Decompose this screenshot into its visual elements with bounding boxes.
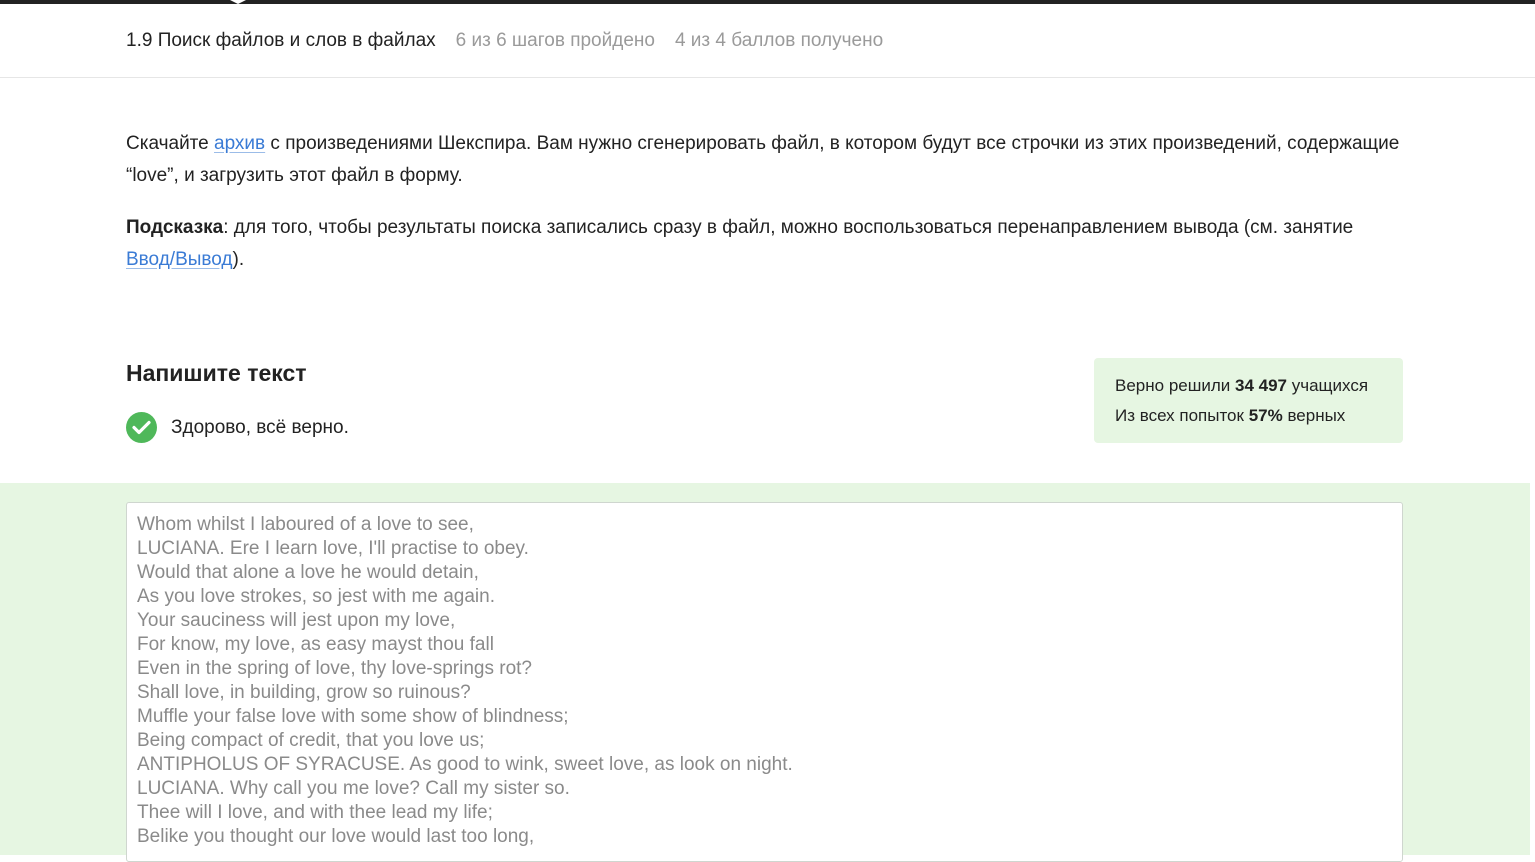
solved-count: 34 497 (1235, 376, 1287, 395)
answer-line: As you love strokes, so jest with me aga… (137, 586, 495, 607)
answer-line: Thee will I love, and with thee lead my … (137, 802, 493, 823)
answer-line: ANTIPHOLUS OF SYRACUSE. As good to wink,… (137, 754, 793, 775)
answer-line: Whom whilst I laboured of a love to see, (137, 514, 474, 535)
result-message: Здорово, всё верно. (171, 416, 349, 438)
points-progress: 4 из 4 баллов получено (674, 29, 884, 51)
answer-line: LUCIANA. Ere I learn love, I'll practise… (137, 538, 529, 559)
answer-line: Even in the spring of love, thy love-spr… (137, 658, 532, 679)
answer-line: Shall love, in building, grow so ruinous… (137, 682, 471, 703)
answer-line: Belike you thought our love would last t… (137, 826, 535, 847)
lesson-header: 1.9 Поиск файлов и слов в файлах 6 из 6 … (0, 4, 1535, 78)
answer-line: LUCIANA. Why call you me love? Call my s… (137, 778, 570, 799)
step-text: Скачайте архив с произведениями Шекспира… (126, 128, 1406, 296)
hint-label: Подсказка (126, 217, 224, 238)
answer-line: Being compact of credit, that you love u… (137, 730, 485, 751)
quiz-title: Напишите текст (126, 360, 307, 386)
io-lesson-link[interactable]: Ввод/Вывод (126, 249, 233, 270)
lesson-title: 1.9 Поиск файлов и слов в файлах (126, 29, 436, 51)
task-paragraph: Скачайте архив с произведениями Шекспира… (126, 133, 1400, 186)
answer-line: For know, my love, as easy mayst thou fa… (137, 634, 494, 655)
success-rate: 57% (1248, 406, 1283, 425)
success-rate-line: Из всех попыток 57% верных (1115, 406, 1346, 425)
answer-line: Your sauciness will jest upon my love, (137, 610, 456, 631)
archive-link[interactable]: архив (214, 133, 265, 154)
steps-progress: 6 из 6 шагов пройдено (455, 29, 655, 51)
answer-line: Muffle your false love with some show of… (137, 706, 569, 727)
hint-paragraph: Подсказка: для того, чтобы результаты по… (126, 217, 1354, 270)
quiz-result: Здорово, всё верно. (126, 412, 349, 443)
answer-textarea[interactable]: Whom whilst I laboured of a love to see,… (126, 502, 1403, 862)
answer-line: Would that alone a love he would detain, (137, 562, 479, 583)
check-circle-icon (126, 412, 157, 443)
solve-stats: Верно решили 34 497 учащихся Из всех поп… (1094, 358, 1403, 443)
solved-count-line: Верно решили 34 497 учащихся (1115, 376, 1369, 395)
